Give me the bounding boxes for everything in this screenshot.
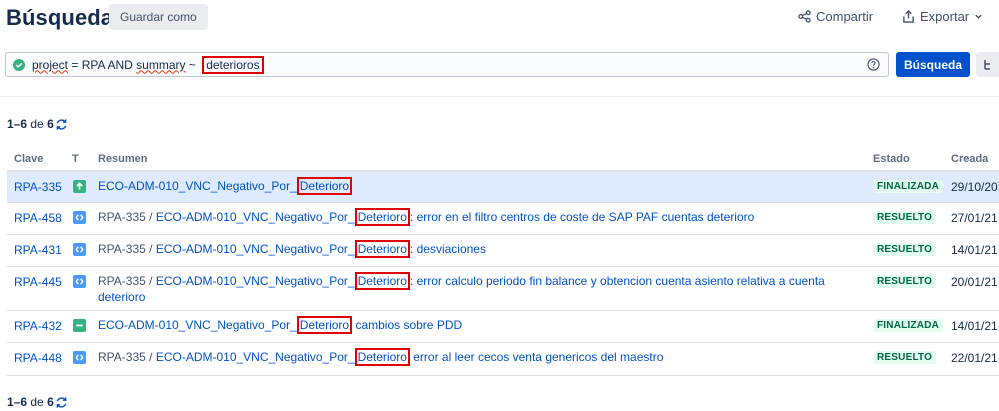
search-button[interactable]: Búsqueda	[896, 52, 970, 77]
export-icon	[903, 10, 914, 23]
issue-key-link[interactable]: RPA-432	[14, 319, 62, 333]
issue-summary-link[interactable]: ECO-ADM-010_VNC_Negativo_Por_ Deterioro c…	[98, 316, 858, 334]
table-row[interactable]: RPA-445 RPA-335 / ECO-ADM-010_VNC_Negati…	[7, 267, 999, 311]
refresh-icon[interactable]	[55, 396, 68, 409]
column-header-key[interactable]: Clave	[14, 153, 43, 165]
issue-summary-link[interactable]: RPA-335 / ECO-ADM-010_VNC_Negativo_Por_ D…	[98, 348, 858, 366]
issue-summary-link[interactable]: RPA-335 / ECO-ADM-010_VNC_Negativo_Por_ D…	[98, 272, 833, 305]
switch-search-mode-button[interactable]	[976, 52, 999, 77]
help-icon[interactable]	[867, 58, 880, 71]
share-button[interactable]: Compartir	[798, 9, 873, 24]
table-row[interactable]: RPA-432 ECO-ADM-010_VNC_Negativo_Por_ Det…	[7, 311, 999, 343]
jql-input[interactable]: project = RPA AND summary ~ deterioros	[5, 52, 889, 77]
export-button[interactable]: Exportar	[902, 9, 983, 24]
save-as-button[interactable]: Guardar como	[109, 4, 208, 30]
column-header-created[interactable]: Creada	[951, 153, 988, 165]
export-label: Exportar	[920, 9, 970, 24]
subtask-icon	[73, 211, 86, 224]
subtask-icon	[73, 275, 86, 288]
divider	[0, 96, 999, 97]
column-header-summary[interactable]: Resumen	[98, 153, 148, 165]
task-icon	[73, 319, 86, 332]
issue-key-link[interactable]: RPA-445	[14, 275, 62, 289]
issue-summary-link[interactable]: RPA-335 / ECO-ADM-010_VNC_Negativo_Por_ D…	[98, 240, 858, 258]
subtask-icon	[73, 351, 86, 364]
result-count: 1–6 de 6	[7, 117, 68, 131]
status-badge: RESUELTO	[873, 211, 937, 224]
check-circle-icon	[13, 58, 25, 71]
issue-key-link[interactable]: RPA-458	[14, 211, 62, 225]
column-header-status[interactable]: Estado	[873, 153, 910, 165]
issue-key-link[interactable]: RPA-431	[14, 243, 62, 257]
table-row[interactable]: RPA-458 RPA-335 / ECO-ADM-010_VNC_Negati…	[7, 203, 999, 235]
page-title: Búsqueda	[6, 5, 114, 30]
status-badge: RESUELTO	[873, 351, 937, 364]
created-date: 20/01/21	[951, 275, 998, 289]
refresh-icon[interactable]	[55, 118, 68, 131]
table-row[interactable]: RPA-448 RPA-335 / ECO-ADM-010_VNC_Negati…	[7, 343, 999, 376]
created-date: 27/01/21	[951, 211, 998, 225]
chevron-down-icon	[975, 14, 982, 19]
table-row[interactable]: RPA-431 RPA-335 / ECO-ADM-010_VNC_Negati…	[7, 235, 999, 267]
share-icon	[798, 10, 811, 23]
created-date: 14/01/21	[951, 319, 998, 333]
jql-query: project = RPA AND summary ~	[32, 57, 200, 72]
issue-summary-link[interactable]: RPA-335 / ECO-ADM-010_VNC_Negativo_Por_ D…	[98, 208, 858, 226]
issue-summary-link[interactable]: ECO-ADM-010_VNC_Negativo_Por_ Deterioro	[98, 177, 858, 195]
created-date: 29/10/20	[951, 180, 998, 194]
story-icon	[73, 180, 86, 193]
subtask-icon	[73, 243, 86, 256]
status-badge: FINALIZADA	[873, 180, 943, 193]
column-header-type[interactable]: T	[72, 153, 79, 165]
status-badge: RESUELTO	[873, 275, 937, 288]
jql-search-term: deterioros	[202, 55, 264, 74]
created-date: 22/01/21	[951, 351, 998, 365]
share-label: Compartir	[816, 9, 874, 24]
issue-key-link[interactable]: RPA-448	[14, 351, 62, 365]
issue-key-link[interactable]: RPA-335	[14, 180, 62, 194]
status-badge: RESUELTO	[873, 243, 937, 256]
table-row[interactable]: RPA-335 ECO-ADM-010_VNC_Negativo_Por_ Det…	[7, 172, 999, 203]
hierarchy-icon	[983, 59, 990, 70]
status-badge: FINALIZADA	[873, 319, 943, 332]
result-count-bottom: 1–6 de 6	[7, 395, 68, 409]
created-date: 14/01/21	[951, 243, 998, 257]
